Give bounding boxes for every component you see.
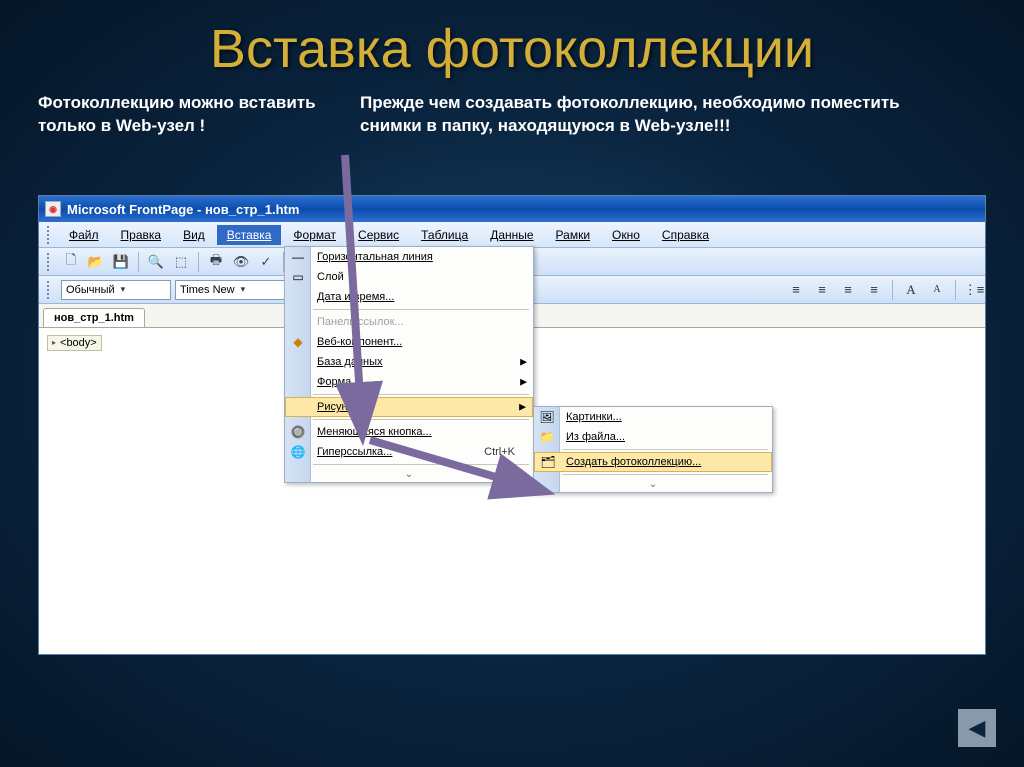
font-size-down-icon[interactable]: A xyxy=(926,279,948,301)
style-combo[interactable]: Обычный▾ xyxy=(61,280,171,300)
gallery-icon: 🗂 xyxy=(540,454,556,470)
nav-back-button[interactable]: ◀ xyxy=(958,709,996,747)
preview-icon[interactable]: 👁 xyxy=(230,251,252,273)
align-justify-icon[interactable]: ≡ xyxy=(863,279,885,301)
caption-right: Прежде чем создавать фотоколлекцию, необ… xyxy=(360,92,920,138)
search-icon[interactable]: 🔍 xyxy=(145,251,167,273)
component-icon: ◆ xyxy=(290,334,306,350)
menubar: Файл Правка Вид Вставка Формат Сервис Та… xyxy=(39,222,985,248)
menu-edit[interactable]: Правка xyxy=(111,225,172,245)
shortcut-label: Ctrl+K xyxy=(484,446,515,458)
folder-icon: 📁 xyxy=(539,429,555,445)
menu-frames[interactable]: Рамки xyxy=(546,225,600,245)
align-right-icon[interactable]: ≡ xyxy=(837,279,859,301)
chevron-right-icon: ▶ xyxy=(520,357,527,368)
slide-title: Вставка фотоколлекции xyxy=(0,0,1024,80)
menu-item-form[interactable]: Форма ▶ xyxy=(285,372,533,392)
menu-item-layer[interactable]: ▭ Слой xyxy=(285,267,533,287)
print-icon[interactable]: 🖶 xyxy=(205,251,227,273)
font-size-up-icon[interactable]: A xyxy=(900,279,922,301)
save-icon[interactable]: 💾 xyxy=(110,251,132,273)
chevron-right-icon: ▶ xyxy=(519,402,526,413)
menu-format[interactable]: Формат xyxy=(283,225,346,245)
page-tab[interactable]: нов_стр_1.htm xyxy=(43,308,145,327)
app-icon: ◉ xyxy=(45,201,61,217)
submenu-item-fromfile[interactable]: 📁 Из файла... xyxy=(534,427,772,447)
image-icon: 🖼 xyxy=(539,409,555,425)
align-center-icon[interactable]: ≡ xyxy=(811,279,833,301)
submenu-item-clipart[interactable]: 🖼 Картинки... xyxy=(534,407,772,427)
menu-item-database[interactable]: База данных ▶ xyxy=(285,352,533,372)
format-grip[interactable] xyxy=(47,281,51,299)
menu-item-webcomponent[interactable]: ◆ Веб-компонент... xyxy=(285,332,533,352)
menu-item-hr[interactable]: — Горизонтальная линия xyxy=(285,247,533,267)
menu-table[interactable]: Таблица xyxy=(411,225,478,245)
caption-left: Фотоколлекцию можно вставить только в We… xyxy=(38,92,338,138)
menu-help[interactable]: Справка xyxy=(652,225,719,245)
layer-icon: ▭ xyxy=(290,269,306,285)
menu-item-datetime[interactable]: Дата и время... xyxy=(285,287,533,307)
picture-submenu: 🖼 Картинки... 📁 Из файла... 🗂 Создать фо… xyxy=(533,406,773,493)
menu-data[interactable]: Данные xyxy=(480,225,543,245)
menubar-grip[interactable] xyxy=(47,226,51,244)
expand-chevron-icon[interactable]: ⌄ xyxy=(285,467,533,482)
menu-insert[interactable]: Вставка xyxy=(217,225,282,245)
align-left-icon[interactable]: ≡ xyxy=(785,279,807,301)
frontpage-window: ◉ Microsoft FrontPage - нов_стр_1.htm Фа… xyxy=(38,195,986,655)
menu-item-hoverbutton[interactable]: 🔘 Меняющаяся кнопка... xyxy=(285,422,533,442)
menu-item-hyperlink[interactable]: 🌐 Гиперссылка... Ctrl+K xyxy=(285,442,533,462)
menu-file[interactable]: Файл xyxy=(59,225,109,245)
titlebar: ◉ Microsoft FrontPage - нов_стр_1.htm xyxy=(39,196,985,222)
window-title: Microsoft FrontPage - нов_стр_1.htm xyxy=(67,202,299,217)
publish-icon[interactable]: ⬚ xyxy=(170,251,192,273)
bullets-icon[interactable]: ⋮≡ xyxy=(963,279,985,301)
menu-tools[interactable]: Сервис xyxy=(348,225,409,245)
back-icon: ◀ xyxy=(969,715,986,741)
new-doc-icon[interactable]: 🗋 xyxy=(60,251,82,273)
insert-menu-dropdown: — Горизонтальная линия ▭ Слой Дата и вре… xyxy=(284,246,534,483)
expand-chevron-icon[interactable]: ⌄ xyxy=(534,477,772,492)
menu-window[interactable]: Окно xyxy=(602,225,650,245)
body-tag-selector[interactable]: ▸ <body> xyxy=(47,335,102,351)
button-icon: 🔘 xyxy=(290,424,306,440)
menu-view[interactable]: Вид xyxy=(173,225,215,245)
open-icon[interactable]: 📂 xyxy=(85,251,107,273)
toolbar-grip[interactable] xyxy=(47,253,51,271)
menu-item-picture[interactable]: Рисунок ▶ xyxy=(285,397,533,417)
spell-icon[interactable]: ✓ xyxy=(255,251,277,273)
chevron-right-icon: ▶ xyxy=(520,377,527,388)
submenu-item-photogallery[interactable]: 🗂 Создать фотоколлекцию... xyxy=(534,452,772,472)
hr-icon: — xyxy=(290,249,306,265)
globe-icon: 🌐 xyxy=(290,444,306,460)
menu-item-linkbar: Панель ссылок... xyxy=(285,312,533,332)
